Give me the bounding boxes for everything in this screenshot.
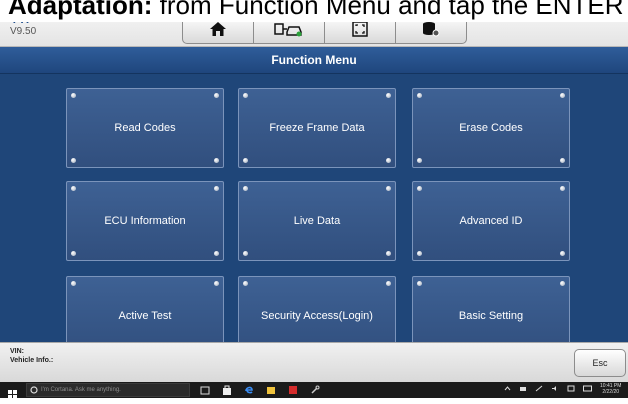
tile-read-codes[interactable]: Read Codes [66,88,224,168]
media-app-icon[interactable] [288,385,298,395]
status-footer: VIN: Vehicle Info.: Esc [0,342,628,383]
start-button[interactable] [8,386,17,404]
tile-security-access-login[interactable]: Security Access(Login) [238,276,396,342]
data-manager-icon [423,22,440,37]
menu-title-bar: Function Menu [0,47,628,74]
notification-icon[interactable] [567,385,575,392]
tile-label: Live Data [293,215,341,227]
search-placeholder: I'm Cortana. Ask me anything. [41,387,121,393]
caption-bold: Adaptation: [8,0,153,20]
vehicle-icon [274,23,302,37]
tile-ecu-information[interactable]: ECU Information [66,181,224,261]
clock-date: 2/22/20 [602,389,620,395]
battery-icon[interactable] [519,385,527,392]
tile-active-test[interactable]: Active Test [66,276,224,342]
tile-basic-setting[interactable]: Basic Setting [412,276,570,342]
system-tray [504,385,592,392]
screenshot-icon [352,21,368,37]
vehicle-info-label: Vehicle Info.: [10,357,54,364]
tile-label: Read Codes [114,122,176,134]
cortana-icon [30,386,38,394]
tile-advanced-id[interactable]: Advanced ID [412,181,570,261]
tile-erase-codes[interactable]: Erase Codes [412,88,570,168]
tile-label: Basic Setting [458,310,524,322]
taskbar-apps [200,385,320,395]
caption-text: from Function Menu and tap the ENTER [152,0,624,20]
vin-label: VIN: [10,348,24,355]
instruction-caption: Adaptation: from Function Menu and tap t… [0,0,628,22]
tools-icon[interactable] [310,385,320,395]
windows-taskbar: I'm Cortana. Ask me anything. 10:41 PM 2… [0,382,628,399]
volume-icon[interactable] [551,385,559,392]
tile-freeze-frame-data[interactable]: Freeze Frame Data [238,88,396,168]
tile-label: Advanced ID [459,215,523,227]
home-icon [210,22,226,36]
file-explorer-icon[interactable] [266,385,276,395]
chevron-up-icon[interactable] [504,385,511,392]
tile-label: Security Access(Login) [261,310,373,322]
tile-label: Active Test [118,310,172,322]
page-title: Function Menu [271,53,357,67]
taskbar-clock[interactable]: 10:41 PM 2/22/20 [600,383,621,395]
function-grid: Read Codes Freeze Frame Data Erase Codes… [0,74,628,342]
task-view-icon[interactable] [200,386,210,395]
network-icon[interactable] [535,385,543,392]
cortana-search-box[interactable]: I'm Cortana. Ask me anything. [26,383,190,397]
edge-icon[interactable] [244,385,254,395]
tile-label: ECU Information [104,215,186,227]
app-version: V9.50 [10,26,37,37]
keyboard-icon[interactable] [583,385,592,392]
tile-label: Freeze Frame Data [269,122,365,134]
store-icon[interactable] [222,385,232,395]
esc-button[interactable]: Esc [574,349,626,377]
vehicle-info-block: VIN: Vehicle Info.: [10,347,53,365]
tile-label: Erase Codes [459,122,523,134]
tile-live-data[interactable]: Live Data [238,181,396,261]
